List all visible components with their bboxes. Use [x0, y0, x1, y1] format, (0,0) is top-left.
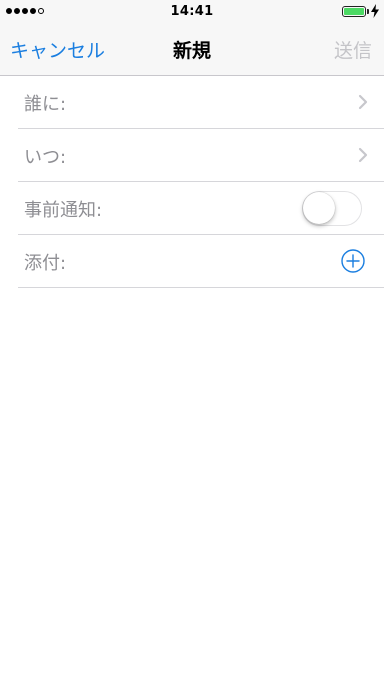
when-label: いつ:: [24, 147, 67, 168]
cancel-button[interactable]: キャンセル: [10, 36, 105, 63]
chevron-right-icon: [358, 147, 368, 163]
navigation-bar: キャンセル 新規 送信: [0, 24, 384, 76]
recipient-row[interactable]: 誰に:: [18, 76, 384, 129]
bolt-icon: [371, 4, 379, 18]
when-row[interactable]: いつ:: [18, 129, 384, 182]
send-button[interactable]: 送信: [334, 36, 372, 63]
advance-notice-row: 事前通知:: [18, 182, 384, 235]
recipient-label: 誰に:: [24, 94, 67, 115]
status-bar: 14:41: [0, 0, 384, 24]
status-time: 14:41: [170, 4, 214, 19]
advance-notice-label: 事前通知:: [24, 200, 103, 221]
battery-icon: [342, 6, 366, 17]
compose-form: 誰に: いつ: 事前通知: 添付:: [0, 76, 384, 288]
toggle-knob: [303, 192, 335, 224]
attachment-label: 添付:: [24, 253, 67, 274]
plus-circle-icon[interactable]: [341, 249, 365, 273]
attachment-row: 添付:: [18, 235, 384, 288]
chevron-right-icon: [358, 94, 368, 110]
advance-notice-toggle[interactable]: [302, 191, 362, 226]
